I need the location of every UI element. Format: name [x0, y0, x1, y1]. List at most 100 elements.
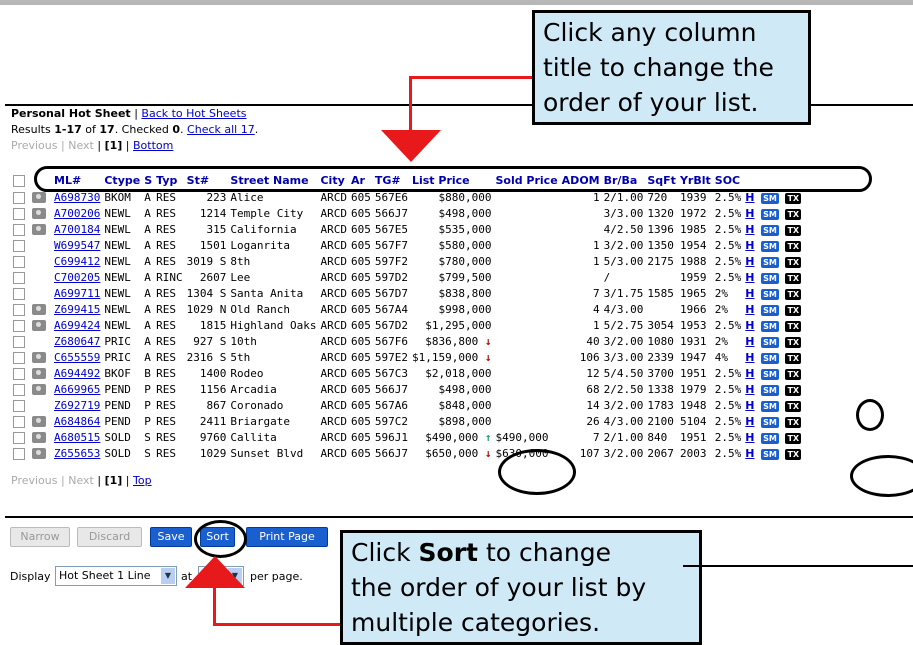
listing-link[interactable]: A699711	[54, 287, 100, 300]
listing-link[interactable]: Z655653	[54, 447, 100, 460]
tx-link[interactable]: TX	[785, 352, 802, 364]
cell-ml[interactable]: A669965	[54, 381, 104, 397]
cell-ml[interactable]: C699412	[54, 253, 104, 269]
cell-ml[interactable]: A684864	[54, 413, 104, 429]
sm-link[interactable]: SM	[761, 432, 779, 444]
photo-icon[interactable]	[32, 368, 46, 379]
row-checkbox[interactable]	[13, 287, 25, 300]
cell-ml[interactable]: A700184	[54, 221, 104, 237]
sm-link[interactable]: SM	[761, 448, 779, 460]
history-link[interactable]: H	[745, 239, 754, 252]
cell-ml[interactable]: C655559	[54, 349, 104, 365]
sm-link[interactable]: SM	[761, 352, 779, 364]
row-checkbox[interactable]	[13, 399, 25, 412]
listing-link[interactable]: A680515	[54, 431, 100, 444]
save-button[interactable]: Save	[150, 527, 192, 547]
row-checkbox[interactable]	[13, 319, 25, 332]
photo-icon[interactable]	[32, 352, 46, 363]
cell-ml[interactable]: A699424	[54, 317, 104, 333]
discard-button[interactable]: Discard	[77, 527, 142, 547]
photo-icon[interactable]	[32, 192, 46, 203]
tx-link[interactable]: TX	[785, 384, 802, 396]
tx-link[interactable]: TX	[785, 416, 802, 428]
tx-link[interactable]: TX	[785, 256, 802, 268]
tx-link[interactable]: TX	[785, 400, 802, 412]
cell-ml[interactable]: A694492	[54, 365, 104, 381]
listing-link[interactable]: Z680647	[54, 335, 100, 348]
cell-ml[interactable]: A680515	[54, 429, 104, 445]
history-link[interactable]: H	[745, 287, 754, 300]
history-link[interactable]: H	[745, 319, 754, 332]
listing-link[interactable]: A698730	[54, 191, 100, 204]
tx-link[interactable]: TX	[785, 448, 802, 460]
history-link[interactable]: H	[745, 447, 754, 460]
display-format-select[interactable]: Hot Sheet 1 Line ▼	[55, 566, 177, 586]
tx-link[interactable]: TX	[785, 304, 802, 316]
listing-link[interactable]: A700184	[54, 223, 100, 236]
tx-link[interactable]: TX	[785, 320, 802, 332]
sm-link[interactable]: SM	[761, 224, 779, 236]
tx-link[interactable]: TX	[785, 240, 802, 252]
listing-link[interactable]: A669965	[54, 383, 100, 396]
history-link[interactable]: H	[745, 207, 754, 220]
listing-link[interactable]: A700206	[54, 207, 100, 220]
history-link[interactable]: H	[745, 351, 754, 364]
sm-link[interactable]: SM	[761, 416, 779, 428]
listing-link[interactable]: C655559	[54, 351, 100, 364]
row-checkbox[interactable]	[13, 415, 25, 428]
sm-link[interactable]: SM	[761, 192, 779, 204]
tx-link[interactable]: TX	[785, 432, 802, 444]
sm-link[interactable]: SM	[761, 304, 779, 316]
history-link[interactable]: H	[745, 223, 754, 236]
sm-link[interactable]: SM	[761, 256, 779, 268]
photo-icon[interactable]	[32, 224, 46, 235]
row-checkbox[interactable]	[13, 383, 25, 396]
photo-icon[interactable]	[32, 320, 46, 331]
listing-link[interactable]: A684864	[54, 415, 100, 428]
sm-link[interactable]: SM	[761, 368, 779, 380]
photo-icon[interactable]	[32, 304, 46, 315]
back-to-hot-sheets-link[interactable]: Back to Hot Sheets	[141, 107, 246, 120]
photo-icon[interactable]	[32, 416, 46, 427]
listing-link[interactable]: A699424	[54, 319, 100, 332]
select-all-checkbox[interactable]	[13, 174, 25, 187]
row-checkbox[interactable]	[13, 223, 25, 236]
history-link[interactable]: H	[745, 303, 754, 316]
tx-link[interactable]: TX	[785, 368, 802, 380]
row-checkbox[interactable]	[13, 447, 25, 460]
sm-link[interactable]: SM	[761, 320, 779, 332]
listing-link[interactable]: Z699415	[54, 303, 100, 316]
cell-ml[interactable]: C700205	[54, 269, 104, 285]
bottom-link[interactable]: Bottom	[133, 139, 173, 152]
sm-link[interactable]: SM	[761, 288, 779, 300]
history-link[interactable]: H	[745, 415, 754, 428]
listing-link[interactable]: A694492	[54, 367, 100, 380]
cell-ml[interactable]: Z680647	[54, 333, 104, 349]
tx-link[interactable]: TX	[785, 224, 802, 236]
row-checkbox[interactable]	[13, 207, 25, 220]
tx-link[interactable]: TX	[785, 272, 802, 284]
listing-link[interactable]: C700205	[54, 271, 100, 284]
narrow-button[interactable]: Narrow	[10, 527, 70, 547]
listing-link[interactable]: W699547	[54, 239, 100, 252]
sm-link[interactable]: SM	[761, 240, 779, 252]
row-checkbox[interactable]	[13, 271, 25, 284]
listing-link[interactable]: Z692719	[54, 399, 100, 412]
sm-link[interactable]: SM	[761, 400, 779, 412]
cell-ml[interactable]: Z655653	[54, 445, 104, 461]
print-page-button[interactable]: Print Page	[246, 527, 328, 547]
row-checkbox[interactable]	[13, 367, 25, 380]
cell-ml[interactable]: Z699415	[54, 301, 104, 317]
history-link[interactable]: H	[745, 367, 754, 380]
history-link[interactable]: H	[745, 271, 754, 284]
sm-link[interactable]: SM	[761, 272, 779, 284]
top-link[interactable]: Top	[133, 474, 152, 487]
photo-icon[interactable]	[32, 432, 46, 443]
history-link[interactable]: H	[745, 383, 754, 396]
history-link[interactable]: H	[745, 431, 754, 444]
history-link[interactable]: H	[745, 191, 754, 204]
listing-link[interactable]: C699412	[54, 255, 100, 268]
sm-link[interactable]: SM	[761, 384, 779, 396]
tx-link[interactable]: TX	[785, 192, 802, 204]
photo-icon[interactable]	[32, 384, 46, 395]
